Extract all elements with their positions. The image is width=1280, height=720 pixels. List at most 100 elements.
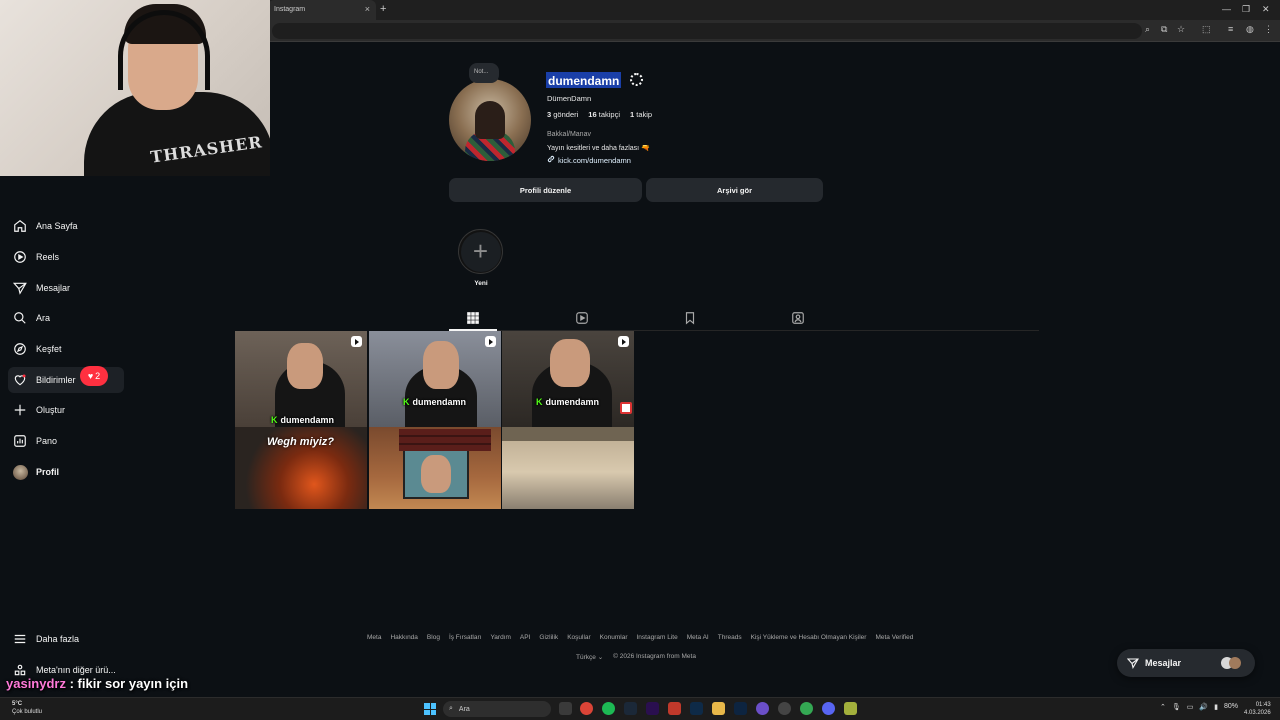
minimize-icon[interactable]: —	[1222, 4, 1231, 14]
sidebar-item-more[interactable]: Daha fazla	[8, 626, 124, 652]
sidebar-item-create[interactable]: Oluştur	[8, 397, 124, 423]
following-stat[interactable]: 1 takip	[630, 110, 652, 119]
weather-widget[interactable]: 5°C Çok bulutlu	[12, 700, 42, 716]
note-bubble[interactable]: Not...	[469, 63, 499, 83]
reel-icon	[351, 336, 362, 347]
footer-bottom: Türkçe ⌄ © 2026 Instagram from Meta	[576, 653, 696, 661]
posts-stat: 3 gönderi	[547, 110, 579, 119]
footer-links: Meta Hakkında Blog İş Fırsatları Yardım …	[367, 634, 913, 641]
taskbar-clock[interactable]: 01:43 4.03.2026	[1244, 701, 1271, 717]
browser-tab[interactable]: Instagram ×	[268, 0, 376, 20]
app-icon[interactable]	[844, 702, 857, 715]
footer-link[interactable]: Konumlar	[600, 634, 628, 641]
footer-link[interactable]: Gizlilik	[539, 634, 558, 641]
post-image-bottom	[369, 427, 501, 509]
volume-icon[interactable]: 🔊	[1199, 703, 1208, 711]
chevron-up-icon[interactable]: ⌃	[1160, 703, 1166, 711]
mic-icon[interactable]: 🎙	[1172, 703, 1181, 711]
messages-icon	[12, 280, 28, 296]
profile-link[interactable]: kick.com/dumendamn	[547, 155, 631, 165]
followers-stat[interactable]: 16 takipçi	[588, 110, 620, 119]
spotify-icon[interactable]	[602, 702, 615, 715]
footer-link[interactable]: Kişi Yükleme ve Hesabı Olmayan Kişiler	[751, 634, 867, 641]
sidebar-item-home[interactable]: Ana Sayfa	[8, 213, 124, 239]
chrome-icon[interactable]	[580, 702, 593, 715]
footer-link[interactable]: İş Fırsatları	[449, 634, 482, 641]
taskbar-search[interactable]: ⌕ Ara	[443, 701, 551, 717]
tab-reels-icon[interactable]	[575, 311, 589, 325]
sidebar-item-dashboard[interactable]: Pano	[8, 428, 124, 454]
notification-badge[interactable]: ♥ 2	[80, 366, 108, 386]
new-tab-icon[interactable]: +	[380, 3, 386, 15]
sidebar-item-messages[interactable]: Mesajlar	[8, 275, 124, 301]
extensions-icon[interactable]: ⬚	[1202, 24, 1211, 35]
battery-icon[interactable]: ▮	[1214, 703, 1218, 711]
footer-link[interactable]: API	[520, 634, 530, 641]
tab-close-icon[interactable]: ×	[365, 4, 370, 14]
zoom-icon[interactable]: ⌕	[1145, 24, 1150, 35]
post-overlay-tag: Kdumendamn	[536, 397, 600, 407]
chrome-active-icon[interactable]	[800, 702, 813, 715]
tab-tagged-icon[interactable]	[791, 311, 805, 325]
sidebar-item-label: Reels	[36, 252, 60, 262]
windows-start-icon[interactable]	[424, 703, 436, 715]
lightroom-icon[interactable]	[690, 702, 703, 715]
file-explorer-icon[interactable]	[712, 702, 725, 715]
sidebar-item-profile[interactable]: Profil	[8, 459, 124, 485]
discord-icon[interactable]	[822, 702, 835, 715]
footer-link[interactable]: Koşullar	[567, 634, 590, 641]
post-thumbnail[interactable]: Kdumendamn	[369, 331, 501, 509]
close-window-icon[interactable]: ✕	[1262, 4, 1270, 15]
system-tray: ⌃ 🎙 ▭ 🔊 ▮ 80%	[1160, 703, 1238, 711]
bookmark-star-icon[interactable]: ☆	[1177, 24, 1185, 35]
view-archive-button[interactable]: Arşivi gör	[646, 178, 823, 202]
messages-icon	[1127, 657, 1139, 669]
app-icon[interactable]	[778, 702, 791, 715]
valorant-icon[interactable]	[668, 702, 681, 715]
sidebar-item-search[interactable]: Ara	[8, 305, 124, 331]
language-select[interactable]: Türkçe ⌄	[576, 653, 603, 661]
profile-username: dumendamn	[548, 74, 620, 88]
sidebar-item-reels[interactable]: Reels	[8, 244, 124, 270]
tab-posts-grid-icon[interactable]	[466, 311, 480, 325]
install-icon[interactable]: ⧉	[1161, 24, 1167, 35]
post-overlay-tag: Kdumendamn	[403, 397, 467, 407]
post-killfeed	[399, 429, 491, 451]
footer-link[interactable]: Instagram Lite	[637, 634, 678, 641]
settings-gear-icon[interactable]	[630, 73, 643, 86]
restore-icon[interactable]: ❐	[1242, 4, 1250, 15]
sidebar-item-explore[interactable]: Keşfet	[8, 336, 124, 362]
profile-icon[interactable]: ◍	[1246, 24, 1254, 35]
obs-icon[interactable]	[756, 702, 769, 715]
footer-link[interactable]: Blog	[427, 634, 440, 641]
new-highlight-button[interactable]: +	[458, 229, 503, 274]
tab-saved-icon[interactable]	[683, 311, 697, 325]
footer-link[interactable]: Yardım	[490, 634, 510, 641]
profile-avatar	[12, 464, 28, 480]
task-view-icon[interactable]	[559, 702, 572, 715]
footer-link[interactable]: Hakkında	[390, 634, 417, 641]
clock-date: 4.03.2026	[1244, 710, 1271, 716]
post-thumbnail[interactable]: Kdumendamn Wegh miyiz?	[235, 331, 367, 509]
footer-link[interactable]: Meta	[367, 634, 381, 641]
post-thumbnail[interactable]: Kdumendamn	[502, 331, 634, 509]
footer-link[interactable]: Meta Verified	[875, 634, 913, 641]
message-avatars	[1221, 657, 1243, 669]
network-icon[interactable]: ▭	[1187, 703, 1194, 711]
messages-float-button[interactable]: Mesajlar	[1117, 649, 1255, 677]
notification-count: 2	[95, 371, 101, 381]
profile-avatar-large[interactable]	[449, 79, 531, 161]
sidebar-item-label: Oluştur	[36, 405, 66, 415]
menu-dots-icon[interactable]: ⋮	[1264, 24, 1273, 35]
premiere-icon[interactable]	[646, 702, 659, 715]
footer-link[interactable]: Threads	[718, 634, 742, 641]
edit-profile-button[interactable]: Profili düzenle	[449, 178, 642, 202]
steam-icon[interactable]	[624, 702, 637, 715]
photoshop-icon[interactable]	[734, 702, 747, 715]
battery-percent: 80%	[1223, 703, 1238, 710]
sidebar-item-label: Ara	[36, 313, 51, 323]
post-caption: Wegh miyiz?	[267, 436, 335, 448]
url-field[interactable]	[272, 23, 1142, 39]
footer-link[interactable]: Meta AI	[687, 634, 709, 641]
cast-icon[interactable]: ≡	[1228, 24, 1233, 34]
